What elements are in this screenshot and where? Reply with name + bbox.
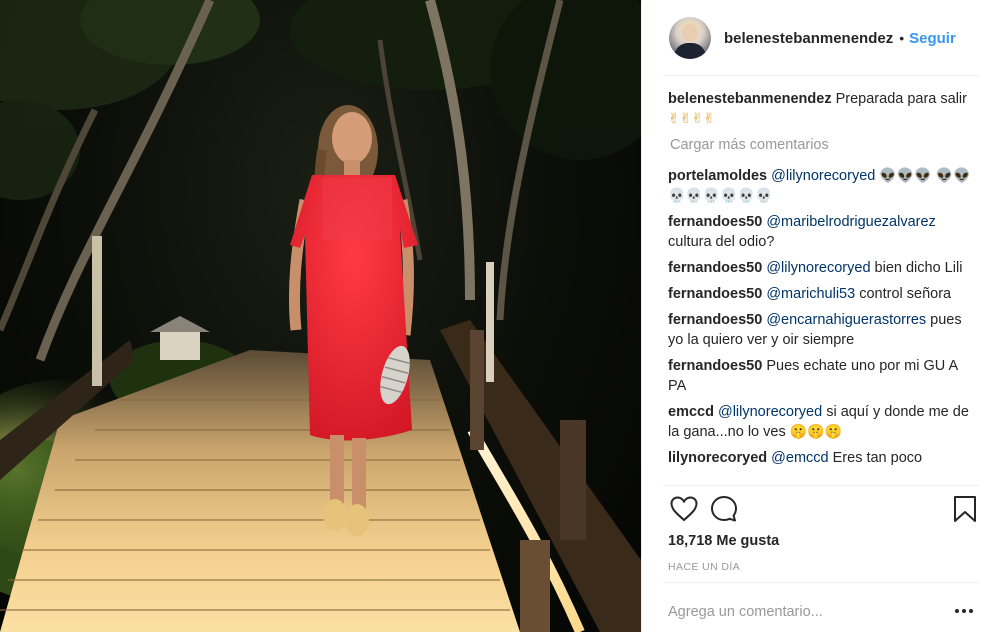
comment-item: emccd @lilynorecoryed si aquí y donde me… (668, 402, 978, 442)
comment-username[interactable]: fernandoes50 (668, 214, 762, 230)
caption-text: Preparada para salir (835, 91, 967, 107)
divider (663, 75, 979, 76)
author-username[interactable]: belenestebanmenendez (724, 30, 893, 47)
comment-item: fernandoes50 @marichuli53 control señora (668, 284, 978, 304)
load-more-comments-link[interactable]: Cargar más comentarios (670, 135, 978, 155)
comment-username[interactable]: lilynorecoryed (668, 450, 767, 466)
comment-username[interactable]: fernandoes50 (668, 286, 762, 302)
comment-username[interactable]: fernandoes50 (668, 312, 762, 328)
separator-dot: • (899, 30, 905, 46)
comment-mention[interactable]: @maribelrodriguezalvarez (766, 214, 935, 230)
comment-mention[interactable]: @lilynorecoryed (718, 404, 822, 420)
comment-mention[interactable]: @lilynorecoryed (766, 260, 870, 276)
comment-item: fernandoes50 Pues echate uno por mi GU A… (668, 356, 978, 396)
comment-item: fernandoes50 @lilynorecoryed bien dicho … (668, 258, 978, 278)
likes-count[interactable]: 18,718 Me gusta (668, 533, 779, 549)
comments-list[interactable]: belenestebanmenendez Preparada para sali… (668, 89, 978, 483)
comment-text: Eres tan poco (832, 450, 923, 466)
comment-username[interactable]: fernandoes50 (668, 358, 762, 374)
shushing-face-emojis: 🤫🤫🤫 (789, 424, 843, 440)
save-button[interactable] (948, 492, 982, 526)
speech-bubble-icon (711, 496, 737, 522)
comment-item: fernandoes50 @encarnahiguerastorres pues… (668, 310, 978, 350)
caption: belenestebanmenendez Preparada para sali… (668, 89, 978, 129)
comment-mention[interactable]: @emccd (771, 450, 828, 466)
divider (663, 582, 979, 583)
post-actions (663, 492, 979, 526)
comment-mention[interactable]: @lilynorecoryed (771, 168, 875, 184)
divider (663, 485, 979, 486)
comment-item: portelamoldes @lilynorecoryed 👽👽👽 👽👽💀💀💀💀… (668, 166, 978, 206)
caption-username[interactable]: belenestebanmenendez (668, 91, 832, 107)
comment-item: fernandoes50 @maribelrodriguezalvarez cu… (668, 212, 978, 252)
alien-emojis: 👽👽👽 (879, 168, 932, 184)
add-comment-input[interactable] (668, 601, 938, 623)
comment-item: lilynorecoryed @emccd Eres tan poco (668, 448, 978, 468)
follow-button[interactable]: Seguir (909, 30, 956, 47)
avatar[interactable] (669, 17, 711, 59)
post-timestamp[interactable]: HACE UN DÍA (668, 561, 740, 573)
like-button[interactable] (667, 492, 701, 526)
comment-text: bien dicho Lili (874, 260, 963, 276)
comment-text: cultura del odio? (668, 234, 775, 250)
comment-text: control señora (859, 286, 952, 302)
post-photo[interactable] (0, 0, 641, 632)
comment-button[interactable] (707, 492, 741, 526)
post-side-panel: belenestebanmenendez • Seguir belenesteb… (641, 0, 1000, 632)
comment-mention[interactable]: @encarnahiguerastorres (766, 312, 926, 328)
bookmark-icon (954, 496, 976, 522)
comment-username[interactable]: fernandoes50 (668, 260, 762, 276)
photo-scene (0, 0, 641, 632)
comment-username[interactable]: emccd (668, 404, 714, 420)
comment-mention[interactable]: @marichuli53 (766, 286, 855, 302)
ellipsis-icon (955, 609, 959, 613)
heart-icon (670, 496, 698, 522)
comment-username[interactable]: portelamoldes (668, 168, 767, 184)
more-options-button[interactable] (951, 600, 977, 622)
victory-hand-emojis: ✌✌✌✌ (668, 111, 715, 127)
post-header: belenestebanmenendez • Seguir (642, 0, 979, 76)
